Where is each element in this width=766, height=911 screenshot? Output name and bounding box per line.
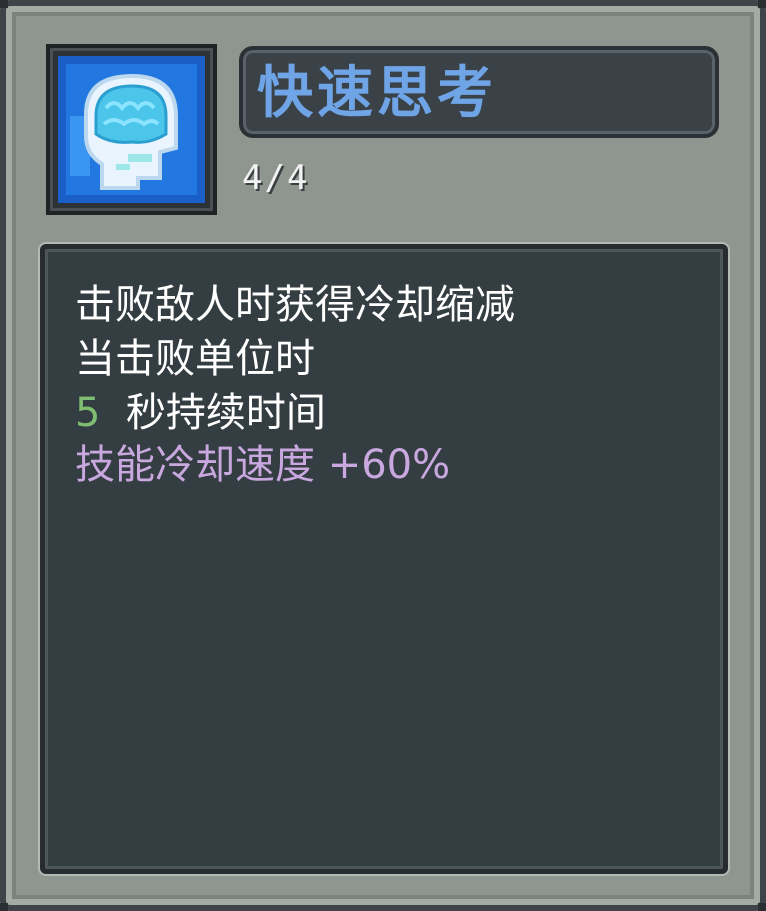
- frame-corner: [758, 0, 766, 8]
- cooldown-bonus-line: 技能冷却速度 +60%: [75, 439, 450, 491]
- cooldown-bonus-value: +60%: [327, 442, 451, 488]
- brain-head-icon: [58, 56, 205, 203]
- skill-name: 快速思考: [257, 61, 497, 126]
- skill-icon-frame: [46, 44, 217, 215]
- skill-level: 4/4: [242, 158, 310, 198]
- frame-corner: [0, 0, 8, 8]
- duration-line: 5 秒持续时间: [75, 387, 326, 439]
- duration-value: 5: [75, 390, 101, 436]
- skill-name-bar: 快速思考: [239, 46, 719, 138]
- description-line: 击败敌人时获得冷却缩减: [75, 282, 515, 328]
- skill-description-panel: 击败敌人时获得冷却缩减 当击败单位时 5 秒持续时间 技能冷却速度 +60%: [40, 244, 728, 874]
- frame-corner: [758, 903, 766, 911]
- cooldown-bonus-label: 技能冷却速度: [75, 442, 315, 488]
- duration-label: 秒持续时间: [125, 390, 326, 436]
- frame-corner: [0, 903, 8, 911]
- skill-tooltip-card: 快速思考 4/4 击败敌人时获得冷却缩减 当击败单位时 5 秒持续时间 技能冷却…: [0, 0, 766, 911]
- description-line: 当击败单位时: [75, 336, 315, 382]
